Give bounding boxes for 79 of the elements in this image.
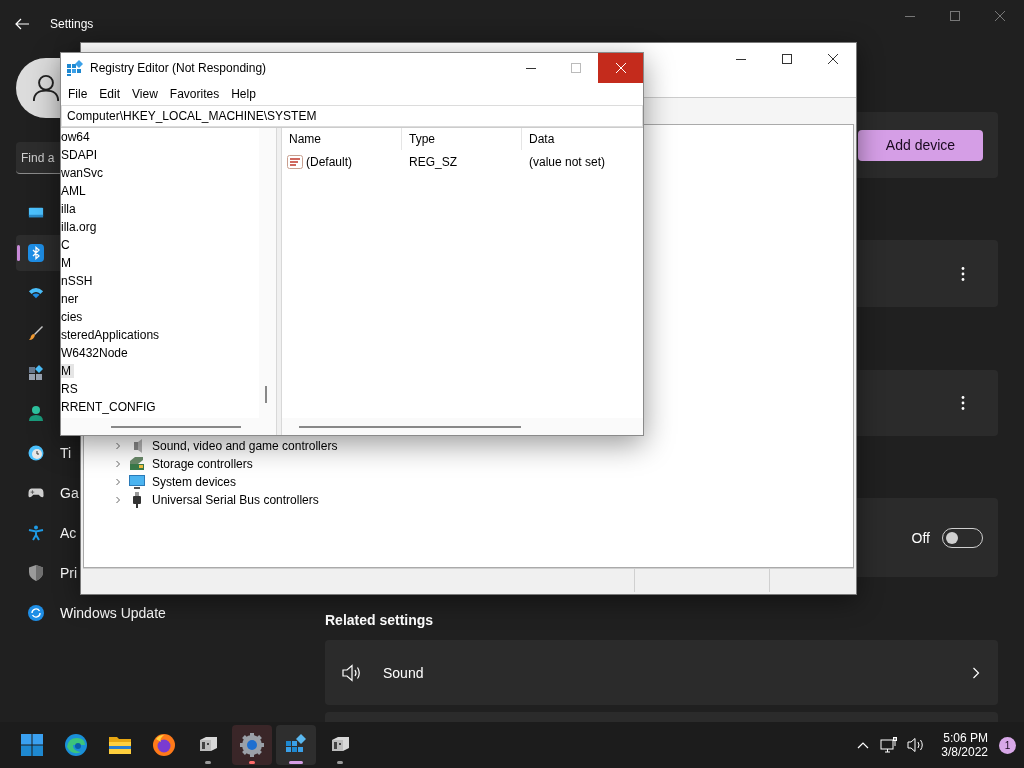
toggle-label: Off xyxy=(911,529,930,546)
scrollbar[interactable] xyxy=(259,128,276,418)
column-header[interactable]: Name xyxy=(282,128,402,150)
column-header[interactable]: Data xyxy=(522,128,643,150)
wifi-icon xyxy=(28,286,44,300)
nav-item[interactable]: Ti xyxy=(16,435,74,471)
person-icon xyxy=(28,405,44,421)
window-title: Registry Editor (Not Responding) xyxy=(90,61,267,75)
scrollbar[interactable] xyxy=(282,418,643,435)
search-field[interactable]: Find a xyxy=(16,142,60,174)
firefox-icon xyxy=(152,733,176,757)
tree-item[interactable]: nSSH xyxy=(61,274,96,288)
tree-item[interactable]: W6432Node xyxy=(61,346,131,360)
tree-item[interactable]: SDAPI xyxy=(61,148,100,162)
gamepad-icon xyxy=(28,487,44,499)
string-value-icon xyxy=(287,154,303,170)
tree-item[interactable]: C xyxy=(61,238,73,252)
menu-item[interactable]: Help xyxy=(225,87,262,101)
tree-item[interactable]: wanSvc xyxy=(61,166,107,180)
tree-item[interactable]: M xyxy=(61,364,74,378)
menu-item[interactable]: File xyxy=(62,87,94,101)
nav-item[interactable]: Pri xyxy=(16,555,80,591)
tree-item[interactable]: AML xyxy=(61,184,89,198)
scrollbar[interactable] xyxy=(61,418,276,435)
settings-link[interactable]: Sound xyxy=(325,640,998,705)
tree-item[interactable]: RS xyxy=(61,382,81,396)
menu-item[interactable]: Favorites xyxy=(163,87,226,101)
bluetooth-icon xyxy=(28,244,44,262)
chevron-right-icon xyxy=(972,666,980,679)
tree-item[interactable]: ow64 xyxy=(61,130,93,144)
update-icon xyxy=(28,605,44,621)
section-heading: Related settings xyxy=(325,611,434,630)
column-header[interactable]: Type xyxy=(402,128,522,150)
usb-icon xyxy=(132,492,142,508)
tree-item[interactable]: illa xyxy=(61,202,79,216)
window-title: Settings xyxy=(50,17,94,31)
clock-icon xyxy=(28,445,44,461)
tree-item[interactable]: steredApplications xyxy=(61,328,163,342)
tree-item[interactable]: RRENT_CONFIG xyxy=(61,400,159,414)
menu-item[interactable]: View xyxy=(126,87,164,101)
folder-icon xyxy=(108,735,132,755)
tree-item[interactable]: M xyxy=(61,256,74,270)
user-icon xyxy=(33,74,59,102)
tree-item[interactable]: System devices xyxy=(152,475,237,489)
browser-icon xyxy=(64,733,88,757)
nav-item[interactable]: Ac xyxy=(16,515,79,551)
storage-icon xyxy=(129,456,145,472)
notification-badge[interactable]: 1 xyxy=(999,736,1016,754)
tree-item[interactable]: Universal Serial Bus controllers xyxy=(152,493,319,507)
address-bar[interactable]: Computer\HKEY_LOCAL_MACHINE\SYSTEM xyxy=(61,105,643,127)
tree-item[interactable]: cies xyxy=(61,310,86,324)
brush-icon xyxy=(28,325,44,341)
table-cell-text: REG_SZ xyxy=(408,154,458,171)
monitor-icon xyxy=(128,474,146,490)
tree-item[interactable]: Sound, video and game controllers xyxy=(152,439,338,453)
nav-item[interactable]: Ga xyxy=(16,475,81,511)
value-name[interactable]: (Default) xyxy=(306,155,352,169)
table-cell-text: (value not set) xyxy=(528,154,606,171)
accessibility-icon xyxy=(28,525,44,541)
maximize-icon[interactable] xyxy=(782,54,792,64)
speaker-icon xyxy=(342,663,362,682)
nav-item[interactable] xyxy=(16,235,60,271)
taskbar-app[interactable] xyxy=(276,725,316,765)
gear-icon xyxy=(240,733,264,757)
avatar[interactable] xyxy=(16,58,60,118)
apps-icon xyxy=(28,365,44,381)
windows-icon xyxy=(21,734,43,756)
tree-item[interactable]: Storage controllers xyxy=(152,457,253,471)
shield-icon xyxy=(29,565,43,581)
registry-icon xyxy=(67,60,83,76)
tree-item[interactable]: illa.org xyxy=(61,220,100,234)
add-device-button[interactable]: Add device xyxy=(858,129,983,161)
taskbar-app[interactable] xyxy=(232,725,272,765)
nav-item[interactable]: Windows Update xyxy=(16,595,168,631)
menu-item[interactable]: Edit xyxy=(93,87,127,101)
close-icon[interactable] xyxy=(828,54,838,64)
tree-item[interactable]: ner xyxy=(61,292,82,306)
clock[interactable]: 5:06 PM 3/8/2022 xyxy=(941,725,988,765)
back-icon[interactable] xyxy=(14,16,30,32)
